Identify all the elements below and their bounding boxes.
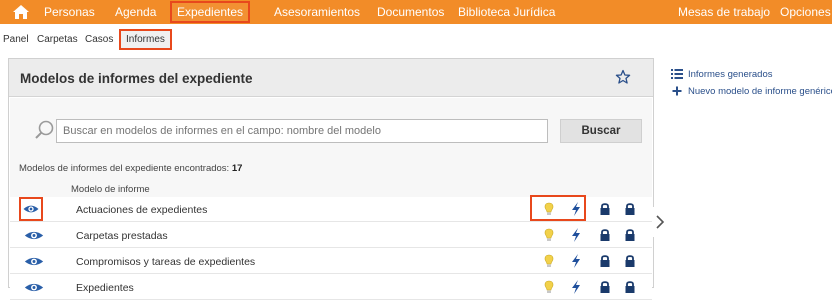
nav-item-asesoramientos[interactable]: Asesoramientos xyxy=(274,0,360,24)
nav-item-personas[interactable]: Personas xyxy=(44,0,95,24)
new-generic-report-link[interactable]: Nuevo modelo de informe genérico xyxy=(688,86,832,97)
page-title: Modelos de informes del expediente xyxy=(20,71,253,86)
view-eye-icon[interactable] xyxy=(19,197,43,221)
lock-icon[interactable] xyxy=(622,253,638,269)
column-header-modelo: Modelo de informe xyxy=(71,184,150,195)
lock-icon[interactable] xyxy=(622,201,638,217)
lightning-icon[interactable] xyxy=(568,201,584,217)
table-row: Actuaciones de expedientes xyxy=(10,195,652,222)
search-icon xyxy=(35,120,54,139)
results-count: Modelos de informes del expediente encon… xyxy=(19,163,242,174)
table-row: Carpetas prestadas xyxy=(10,223,652,248)
plus-icon xyxy=(672,86,682,96)
nav-item-biblioteca-juridica[interactable]: Biblioteca Jurídica xyxy=(458,0,555,24)
lightning-icon[interactable] xyxy=(568,279,584,295)
panel-header: Modelos de informes del expediente xyxy=(9,59,653,97)
nav-item-agenda[interactable]: Agenda xyxy=(115,0,156,24)
generated-reports-link[interactable]: Informes generados xyxy=(688,69,773,80)
home-icon[interactable] xyxy=(12,3,30,21)
view-eye-icon[interactable] xyxy=(23,254,45,269)
table-row: Compromisos y tareas de expedientes xyxy=(10,249,652,274)
lightbulb-icon[interactable] xyxy=(541,227,557,243)
search-input[interactable] xyxy=(56,119,548,143)
lock-icon[interactable] xyxy=(622,227,638,243)
report-model-name[interactable]: Expedientes xyxy=(76,282,134,294)
lightning-icon[interactable] xyxy=(568,227,584,243)
lock-icon[interactable] xyxy=(597,279,613,295)
search-button[interactable]: Buscar xyxy=(560,119,642,143)
top-navigation-bar: Personas Agenda Expedientes Asesoramient… xyxy=(0,0,832,24)
report-model-name[interactable]: Actuaciones de expedientes xyxy=(76,204,207,216)
lock-icon[interactable] xyxy=(622,279,638,295)
nav-item-documentos[interactable]: Documentos xyxy=(377,0,444,24)
subnav-item-panel[interactable]: Panel xyxy=(3,34,29,45)
lightbulb-icon[interactable] xyxy=(541,279,557,295)
sub-navigation: Panel Carpetas Casos Informes xyxy=(0,24,832,57)
subnav-item-informes[interactable]: Informes xyxy=(119,29,172,50)
subnav-item-casos[interactable]: Casos xyxy=(85,34,113,45)
table-row: Expedientes xyxy=(10,275,652,300)
report-model-name[interactable]: Compromisos y tareas de expedientes xyxy=(76,256,255,268)
view-eye-icon[interactable] xyxy=(23,280,45,295)
results-count-label: Modelos de informes del expediente encon… xyxy=(19,163,230,174)
lock-icon[interactable] xyxy=(597,253,613,269)
results-count-value: 17 xyxy=(231,163,243,174)
chevron-right-icon[interactable] xyxy=(652,207,668,237)
nav-item-mesas-de-trabajo[interactable]: Mesas de trabajo xyxy=(678,0,770,24)
report-models-panel: Modelos de informes del expediente Busca… xyxy=(8,58,668,300)
star-icon[interactable] xyxy=(615,69,631,85)
list-icon xyxy=(671,69,683,79)
report-model-name[interactable]: Carpetas prestadas xyxy=(76,230,168,242)
subnav-item-carpetas[interactable]: Carpetas xyxy=(37,34,78,45)
lock-icon[interactable] xyxy=(597,201,613,217)
nav-item-opciones[interactable]: Opciones xyxy=(780,0,831,24)
lightbulb-icon[interactable] xyxy=(541,253,557,269)
lightning-icon[interactable] xyxy=(568,253,584,269)
lock-icon[interactable] xyxy=(597,227,613,243)
nav-item-expedientes[interactable]: Expedientes xyxy=(170,1,251,23)
lightbulb-icon[interactable] xyxy=(541,201,557,217)
view-eye-icon[interactable] xyxy=(23,228,45,243)
